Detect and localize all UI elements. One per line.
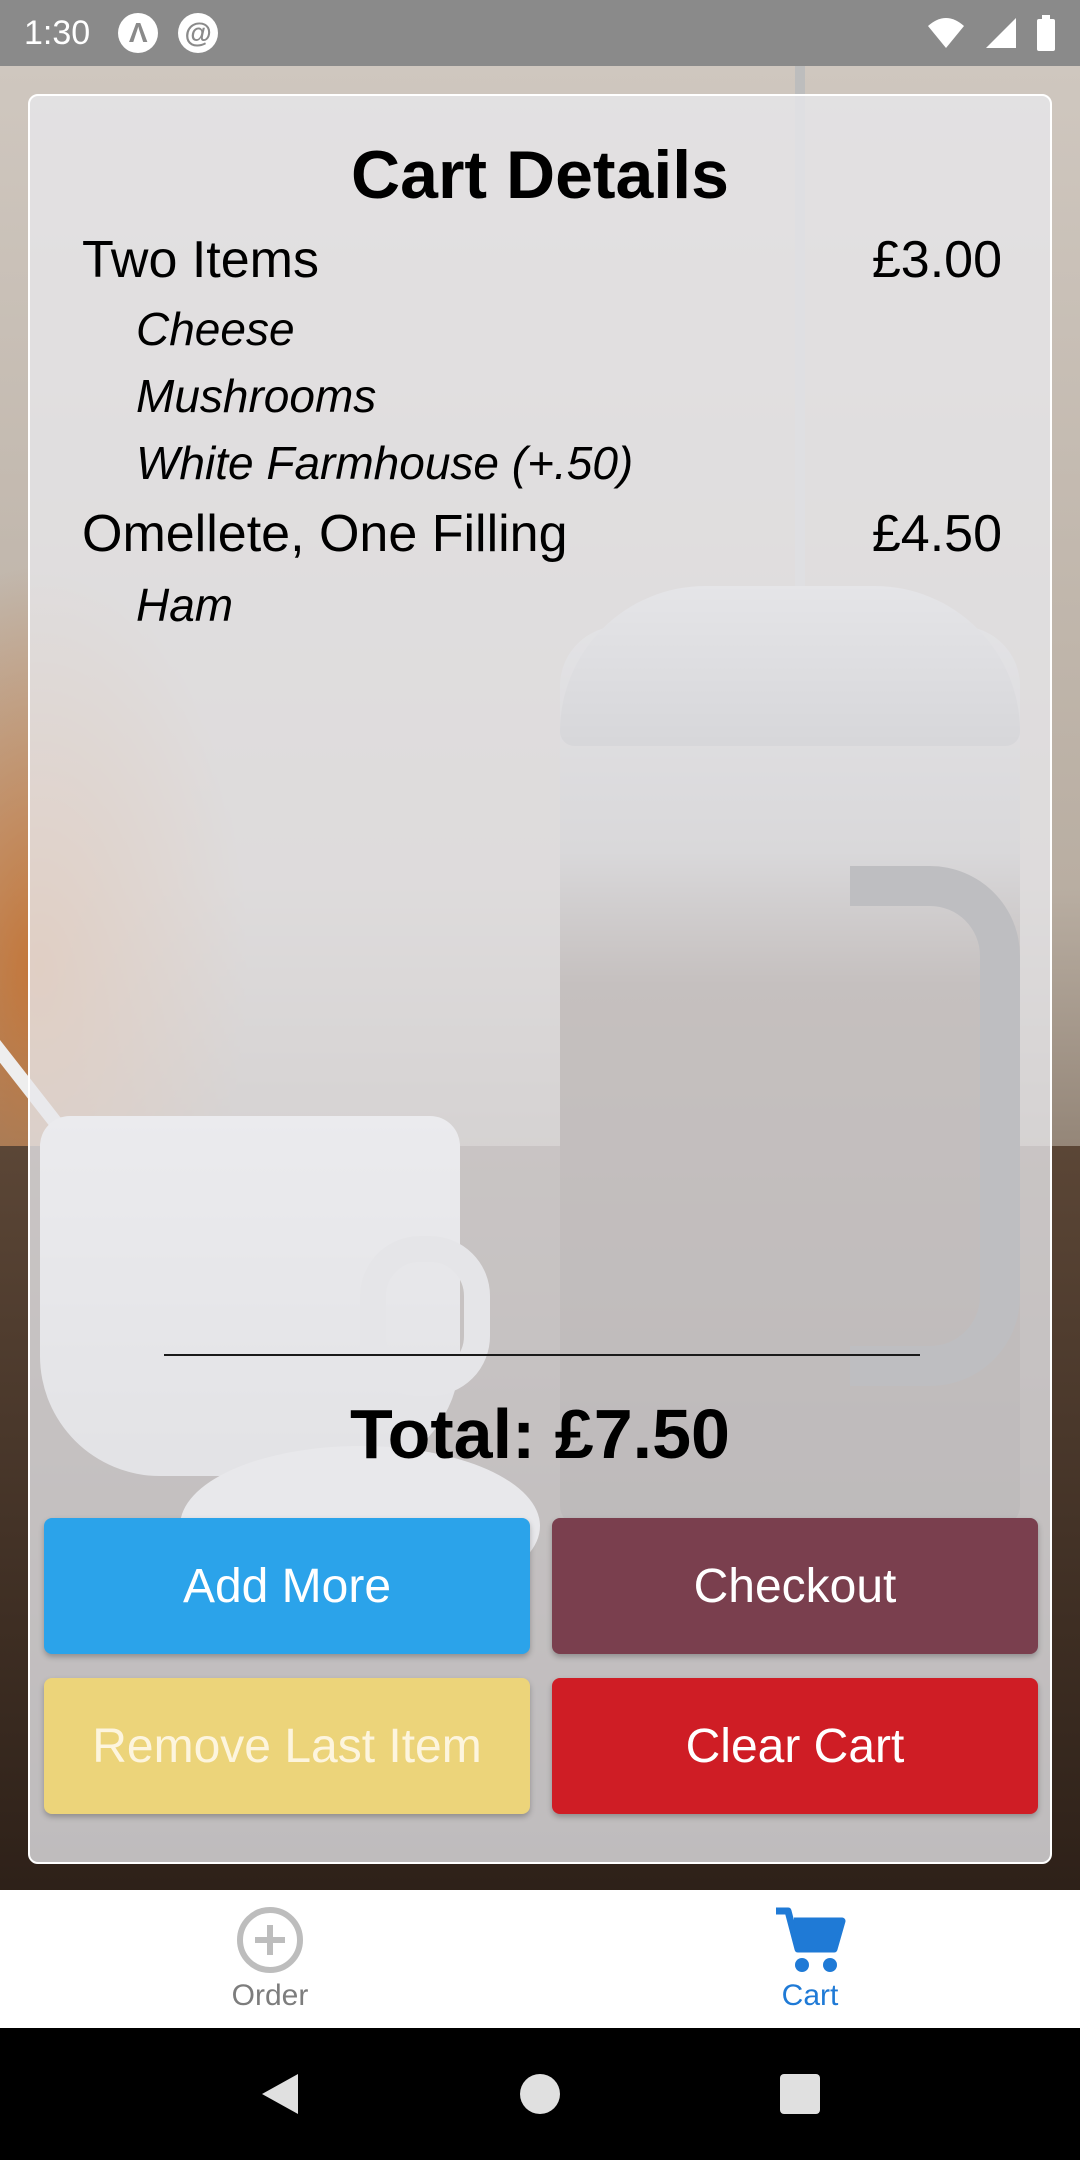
divider	[164, 1354, 920, 1356]
add-more-button[interactable]: Add More	[44, 1518, 530, 1654]
cart-card: Cart Details Two Items £3.00 Cheese Mush…	[28, 94, 1052, 1864]
tab-cart[interactable]: Cart	[540, 1890, 1080, 2028]
status-right-icons	[926, 15, 1056, 51]
item-option: Mushrooms	[136, 370, 377, 422]
cart-title: Cart Details	[351, 137, 729, 213]
wifi-icon	[928, 18, 964, 48]
home-button[interactable]	[500, 2054, 580, 2134]
item-option: Ham	[136, 579, 234, 631]
clear-cart-button[interactable]: Clear Cart	[552, 1678, 1038, 1814]
bottom-tab-bar: Order Cart	[0, 1890, 1080, 2028]
home-circle-icon	[520, 2074, 560, 2114]
item-price: £3.00	[871, 231, 1002, 289]
cart-total: Total: £7.50	[350, 1395, 730, 1473]
system-nav-bar	[0, 2028, 1080, 2160]
recents-square-icon	[780, 2074, 820, 2114]
tab-cart-label: Cart	[781, 1979, 839, 2012]
item-name: Two Items	[82, 231, 319, 289]
signal-icon	[986, 18, 1016, 48]
tab-order[interactable]: Order	[0, 1890, 540, 2028]
tab-order-label: Order	[231, 1979, 309, 2012]
notification-r-icon: @	[178, 13, 219, 53]
cart-item: Two Items £3.00	[82, 230, 1002, 290]
item-price: £4.50	[871, 505, 1002, 563]
plus-circle-icon	[237, 1907, 303, 1973]
item-name: Omellete, One Filling	[82, 505, 568, 563]
shopping-cart-icon	[776, 1907, 846, 1972]
notification-a-icon: Λ	[118, 13, 159, 53]
item-option: White Farmhouse (+.50)	[136, 437, 634, 489]
back-triangle-icon	[262, 2074, 298, 2114]
status-time: 1:30	[24, 13, 91, 52]
back-button[interactable]	[240, 2054, 320, 2134]
remove-last-item-button[interactable]: Remove Last Item	[44, 1678, 530, 1814]
status-bar: 1:30 Λ @	[0, 0, 1080, 66]
battery-icon	[1037, 15, 1055, 51]
checkout-button[interactable]: Checkout	[552, 1518, 1038, 1654]
cart-item: Omellete, One Filling £4.50	[82, 504, 1002, 564]
recents-button[interactable]	[760, 2054, 840, 2134]
item-option: Cheese	[136, 303, 295, 355]
